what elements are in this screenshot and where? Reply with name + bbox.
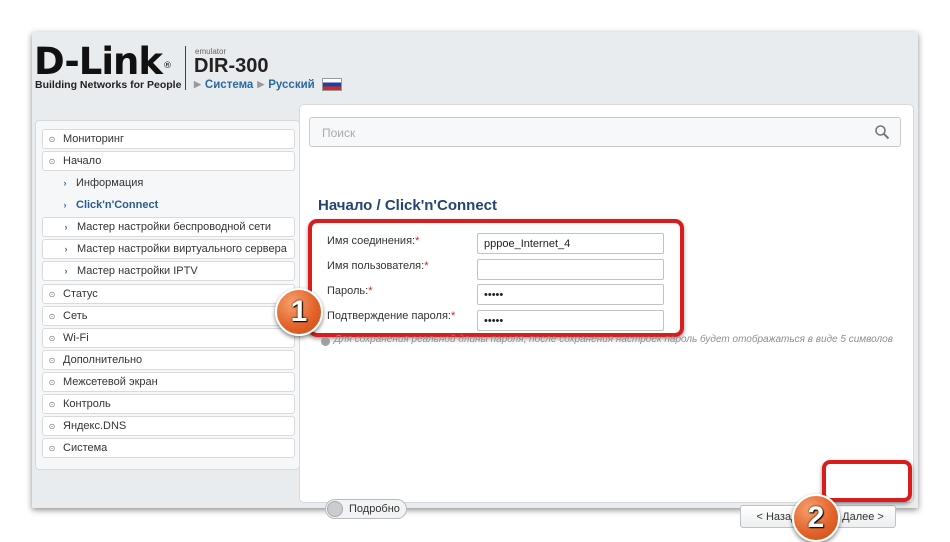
sidebar-item-status[interactable]: ⊙ Статус	[42, 284, 295, 304]
sidebar-item-info[interactable]: › Информация	[42, 173, 295, 193]
collapsed-icon: ⊙	[48, 399, 56, 409]
sidebar-item-wireless-wizard[interactable]: › Мастер настройки беспроводной сети	[42, 217, 295, 237]
toggle-knob	[327, 501, 343, 517]
search-input[interactable]	[310, 118, 864, 148]
expanded-icon: ⊙	[48, 156, 56, 166]
sidebar-item-advanced[interactable]: ⊙ Дополнительно	[42, 350, 295, 370]
info-icon	[321, 337, 330, 346]
sidebar-item-network[interactable]: ⊙ Сеть	[42, 306, 295, 326]
collapsed-icon: ⊙	[48, 311, 56, 321]
username-field[interactable]	[477, 259, 664, 280]
russian-flag-icon[interactable]	[321, 78, 342, 91]
sidebar-item-start[interactable]: ⊙ Начало	[42, 151, 295, 171]
sidebar-item-iptv-wizard[interactable]: › Мастер настройки IPTV	[42, 261, 295, 281]
arrow-right-icon: ›	[63, 178, 67, 188]
logo-tagline: Building Networks for People	[35, 79, 182, 91]
arrow-right-icon: ›	[64, 222, 68, 232]
search-box	[309, 117, 901, 148]
sidebar-item-control[interactable]: ⊙ Контроль	[42, 394, 295, 414]
header-divider	[185, 46, 186, 90]
arrow-right-icon: ›	[64, 244, 68, 254]
collapsed-icon: ⊙	[48, 443, 56, 453]
password-confirm-label: Подтверждение пароля:*	[327, 310, 456, 322]
collapsed-icon: ⊙	[48, 134, 56, 144]
connection-name-label: Имя соединения:*	[327, 235, 420, 247]
next-highlight-box	[822, 460, 912, 502]
password-confirm-field[interactable]	[477, 310, 664, 331]
collapsed-icon: ⊙	[48, 377, 56, 387]
sidebar-item-system[interactable]: ⊙ Система	[42, 438, 295, 458]
collapsed-icon: ⊙	[48, 421, 56, 431]
router-web-interface: D-Link® Building Networks for People emu…	[32, 32, 918, 528]
arrow-right-icon: ›	[64, 266, 68, 276]
step-badge-2: 2	[792, 494, 840, 542]
model-name: DIR-300	[194, 55, 269, 77]
search-icon[interactable]	[874, 124, 890, 140]
collapsed-icon: ⊙	[48, 289, 56, 299]
step-badge-1: 1	[275, 288, 323, 336]
sidebar-item-monitoring[interactable]: ⊙ Мониторинг	[42, 129, 295, 149]
password-field[interactable]	[477, 284, 664, 305]
sidebar-item-clickconnect[interactable]: › Click'n'Connect	[42, 195, 295, 215]
chevron-right-icon: ▶	[194, 79, 201, 89]
language-link[interactable]: Русский	[268, 79, 314, 91]
details-toggle[interactable]: Подробно	[325, 499, 407, 519]
system-link[interactable]: Система	[205, 79, 253, 91]
dlink-logo: D-Link®	[34, 40, 172, 83]
collapsed-icon: ⊙	[48, 355, 56, 365]
sidebar-item-virtual-server-wizard[interactable]: › Мастер настройки виртуального сервера	[42, 239, 295, 259]
password-hint: Для сохранения реальной длины пароля, по…	[334, 334, 893, 345]
collapsed-icon: ⊙	[48, 333, 56, 343]
main-content: Начало / Click'n'Connect Имя соединения:…	[299, 104, 914, 528]
sidebar-item-yandex-dns[interactable]: ⊙ Яндекс.DNS	[42, 416, 295, 436]
username-label: Имя пользователя:*	[327, 260, 429, 272]
connection-name-field[interactable]	[477, 233, 664, 254]
password-label: Пароль:*	[327, 285, 373, 297]
header-links: ▶ Система ▶ Русский	[194, 78, 342, 91]
arrow-right-icon: ›	[63, 200, 67, 210]
sidebar-item-firewall[interactable]: ⊙ Межсетевой экран	[42, 372, 295, 392]
page-title: Начало / Click'n'Connect	[318, 197, 497, 214]
sidebar-item-wifi[interactable]: ⊙ Wi-Fi	[42, 328, 295, 348]
chevron-right-icon: ▶	[257, 79, 265, 89]
sidebar-menu: ⊙ Мониторинг ⊙ Начало › Информация › Click'n…	[35, 120, 300, 470]
header: D-Link® Building Networks for People emu…	[32, 32, 918, 102]
